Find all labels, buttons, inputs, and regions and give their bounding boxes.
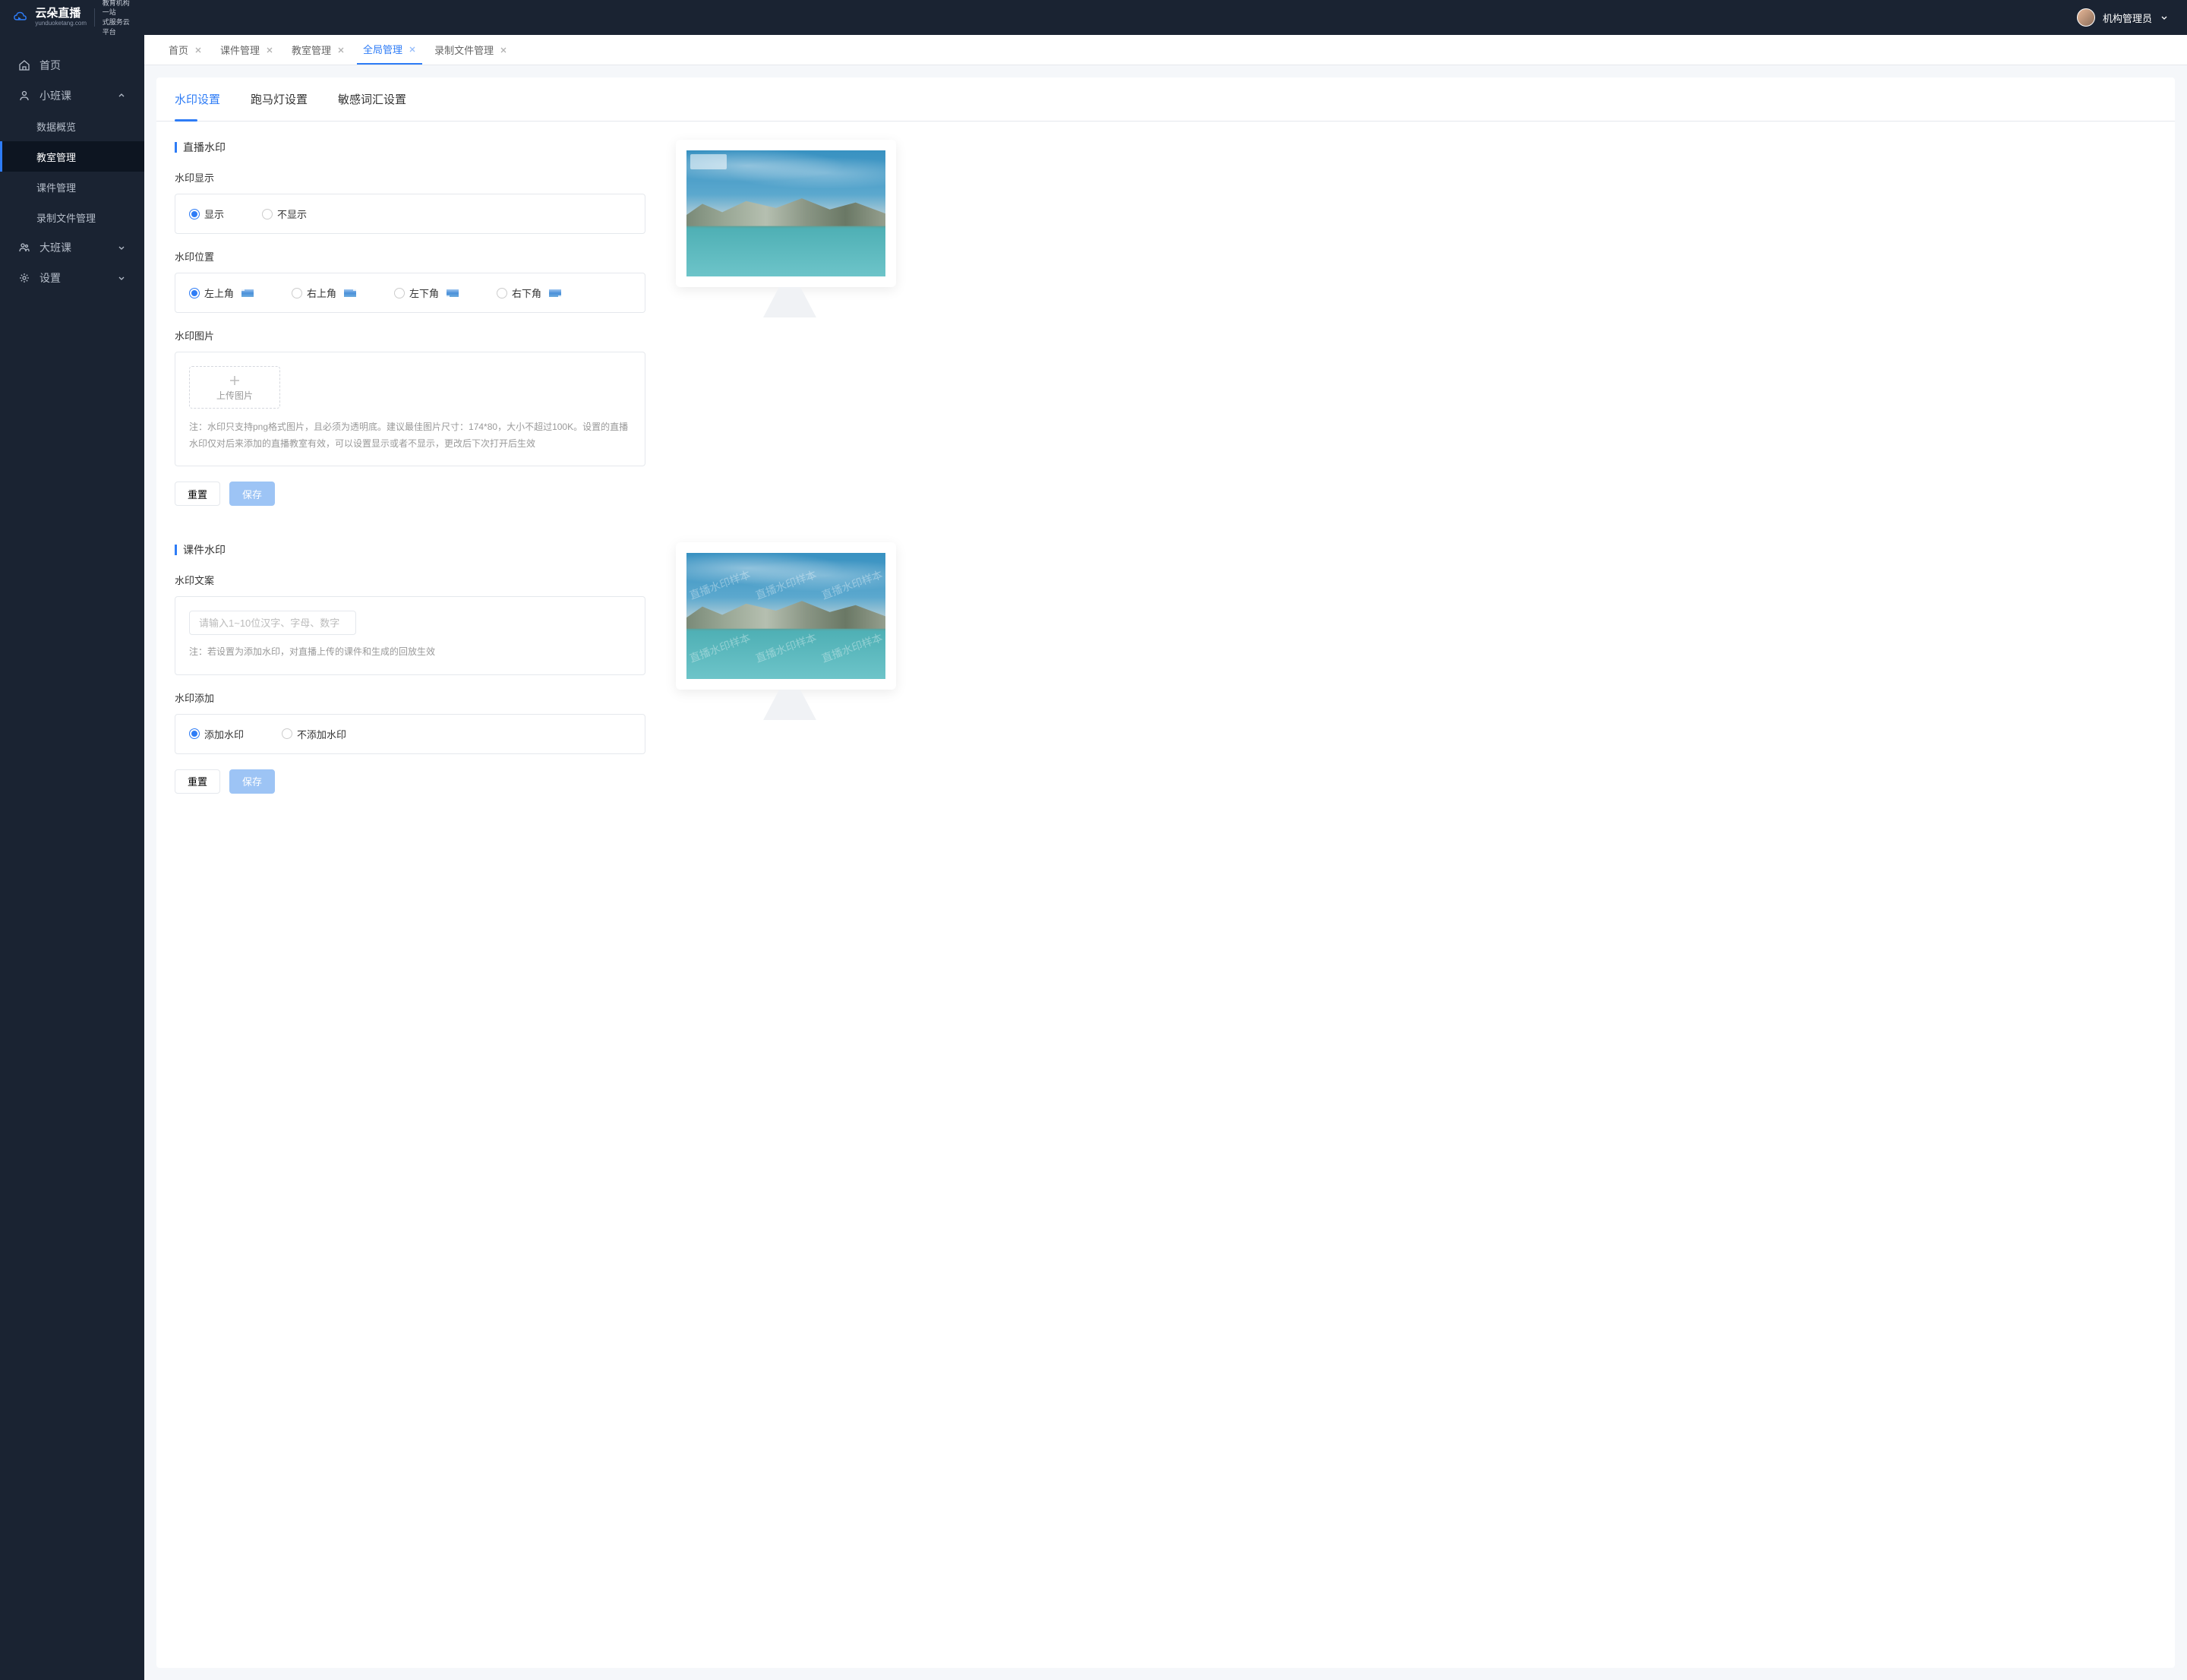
watermark-badge	[690, 154, 727, 169]
tab-watermark[interactable]: 水印设置	[175, 77, 220, 121]
position-options: 左上角 右上角 左下角 右下角	[175, 273, 645, 313]
tab-recording[interactable]: 录制文件管理	[428, 35, 513, 65]
close-icon[interactable]	[500, 46, 507, 54]
nav-recording[interactable]: 录制文件管理	[0, 202, 144, 232]
upload-box[interactable]: 上传图片	[189, 366, 280, 409]
tab-marquee[interactable]: 跑马灯设置	[251, 77, 308, 121]
save-button-cw[interactable]: 保存	[229, 769, 275, 794]
tab-global[interactable]: 全局管理	[357, 35, 422, 65]
nav: 首页 小班课 数据概览 教室管理 课件管理 录制文件管理 大班课 设置	[0, 35, 144, 293]
logo-tagline: 教育机构一站 式服务云平台	[103, 0, 132, 36]
content-tabs: 水印设置 跑马灯设置 敏感词汇设置	[156, 77, 2175, 122]
text-hint: 注：若设置为添加水印，对直播上传的课件和生成的回放生效	[189, 644, 631, 661]
nav-smallclass[interactable]: 小班课	[0, 81, 144, 111]
nav-bigclass[interactable]: 大班课	[0, 232, 144, 263]
close-icon[interactable]	[409, 46, 416, 53]
tab-home[interactable]: 首页	[163, 35, 208, 65]
nav-settings[interactable]: 设置	[0, 263, 144, 293]
section-cw-title: 课件水印	[175, 542, 645, 557]
tab-sensitive[interactable]: 敏感词汇设置	[338, 77, 406, 121]
upload-wrap: 上传图片 注：水印只支持png格式图片，且必须为透明底。建议最佳图片尺寸：174…	[175, 352, 645, 466]
upload-text: 上传图片	[216, 389, 253, 402]
content: 水印设置 跑马灯设置 敏感词汇设置 直播水印 水印显示 显示 不显示 水印位置 …	[156, 77, 2175, 1668]
breadcrumb-tabs: 首页 课件管理 教室管理 全局管理 录制文件管理	[144, 35, 2187, 65]
user-name[interactable]: 机构管理员	[2103, 11, 2152, 25]
watermark-text-overlay: 直播水印样本直播水印样本 直播水印样本直播水印样本 直播水印样本直播水印样本	[686, 553, 885, 679]
chevron-down-icon	[117, 273, 126, 283]
nav-home[interactable]: 首页	[0, 50, 144, 81]
home-icon	[18, 59, 30, 71]
watermark-text-input[interactable]	[189, 611, 356, 635]
display-options: 显示 不显示	[175, 194, 645, 234]
logo-area: 云朵直播 yunduoketang.com 教育机构一站 式服务云平台	[0, 0, 144, 35]
logo-icon	[12, 7, 27, 28]
preview-monitor-cw: 直播水印样本直播水印样本 直播水印样本直播水印样本 直播水印样本直播水印样本	[676, 542, 904, 720]
radio-pos-br[interactable]: 右下角	[497, 286, 561, 300]
tab-courseware[interactable]: 课件管理	[214, 35, 279, 65]
image-label: 水印图片	[175, 328, 645, 343]
radio-pos-tr[interactable]: 右上角	[292, 286, 356, 300]
radio-hide[interactable]: 不显示	[262, 207, 307, 221]
display-label: 水印显示	[175, 170, 645, 185]
section-live-title: 直播水印	[175, 140, 645, 155]
reset-button-cw[interactable]: 重置	[175, 769, 220, 794]
reset-button[interactable]: 重置	[175, 482, 220, 506]
position-label: 水印位置	[175, 249, 645, 264]
sidebar: 云朵直播 yunduoketang.com 教育机构一站 式服务云平台 首页 小…	[0, 0, 144, 1680]
logo-sub: yunduoketang.com	[35, 21, 87, 27]
chevron-down-icon	[117, 243, 126, 252]
nav-classroom[interactable]: 教室管理	[0, 141, 144, 172]
users-icon	[18, 90, 30, 102]
radio-add-no[interactable]: 不添加水印	[282, 727, 346, 741]
logo-main: 云朵直播	[35, 8, 87, 21]
tab-classroom[interactable]: 教室管理	[286, 35, 351, 65]
radio-add-yes[interactable]: 添加水印	[189, 727, 244, 741]
nav-courseware[interactable]: 课件管理	[0, 172, 144, 202]
preview-monitor	[676, 140, 904, 317]
radio-show[interactable]: 显示	[189, 207, 224, 221]
close-icon[interactable]	[266, 46, 273, 54]
close-icon[interactable]	[337, 46, 345, 54]
add-label: 水印添加	[175, 690, 645, 705]
users-icon	[18, 242, 30, 254]
nav-overview[interactable]: 数据概览	[0, 111, 144, 141]
radio-pos-bl[interactable]: 左下角	[394, 286, 459, 300]
gear-icon	[18, 272, 30, 284]
radio-pos-tl[interactable]: 左上角	[189, 286, 254, 300]
text-label: 水印文案	[175, 573, 645, 587]
chevron-down-icon[interactable]	[2160, 13, 2169, 22]
save-button[interactable]: 保存	[229, 482, 275, 506]
chevron-up-icon	[117, 91, 126, 100]
close-icon[interactable]	[194, 46, 202, 54]
plus-icon	[228, 374, 241, 387]
header: 机构管理员	[144, 0, 2187, 35]
upload-hint: 注：水印只支持png格式图片，且必须为透明底。建议最佳图片尺寸：174*80，大…	[189, 419, 631, 452]
text-wrap: 注：若设置为添加水印，对直播上传的课件和生成的回放生效	[175, 596, 645, 675]
avatar[interactable]	[2077, 8, 2095, 27]
add-options: 添加水印 不添加水印	[175, 714, 645, 754]
